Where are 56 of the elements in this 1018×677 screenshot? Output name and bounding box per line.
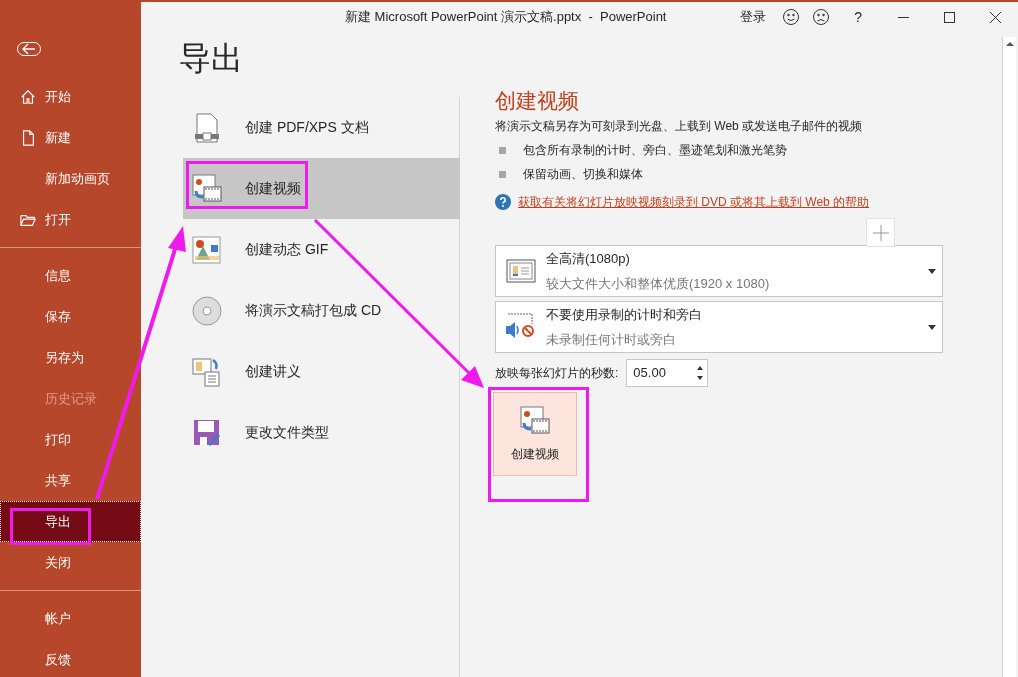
- seconds-label: 放映每张幻灯片的秒数:: [495, 365, 619, 382]
- export-option[interactable]: 创建 PDF/XPS 文档: [183, 97, 460, 158]
- sidebar-item[interactable]: 导出: [0, 501, 141, 542]
- scrollbar[interactable]: [1002, 37, 1016, 677]
- sidebar-item[interactable]: 打印: [0, 419, 141, 460]
- window-title: 新建 Microsoft PowerPoint 演示文稿.pptx - PowerPoint: [345, 8, 667, 27]
- image-icon: [191, 233, 223, 266]
- sidebar-item[interactable]: 保存: [0, 296, 141, 337]
- dropdown-title: 全高清(1080p): [546, 250, 631, 268]
- document-icon: [20, 128, 36, 147]
- help-link[interactable]: 获取有关将幻灯片放映视频刻录到 DVD 或将其上载到 Web 的帮助: [518, 193, 870, 211]
- sidebar-item[interactable]: 信息: [0, 255, 141, 296]
- back-arrow-icon: [22, 43, 36, 55]
- section-title: 创建视频: [495, 88, 580, 114]
- export-option[interactable]: 创建视频: [183, 158, 460, 219]
- plus-icon: [872, 224, 889, 241]
- home-icon: [20, 87, 36, 106]
- bullet-text: 包含所有录制的计时、旁白、墨迹笔划和激光笔势: [523, 142, 787, 159]
- page-title: 导出: [179, 39, 243, 78]
- sidebar-item[interactable]: 关闭: [0, 542, 141, 583]
- bullet-icon: [499, 146, 506, 154]
- sidebar-item[interactable]: 新建: [0, 117, 141, 158]
- video-icon: [191, 172, 223, 205]
- export-option[interactable]: 创建讲义: [183, 341, 460, 402]
- export-option[interactable]: 更改文件类型: [183, 402, 460, 463]
- handout-icon: [191, 355, 223, 388]
- dropdown[interactable]: 不要使用录制的计时和旁白 未录制任何计时或旁白: [495, 301, 943, 353]
- sign-in-link[interactable]: 登录: [730, 7, 777, 27]
- spinner-arrows-icon: [697, 364, 704, 382]
- disc-icon: [191, 294, 223, 327]
- seconds-spinner[interactable]: 05.00: [626, 359, 709, 387]
- slide-icon: [506, 259, 536, 283]
- dropdown-title: 不要使用录制的计时和旁白: [546, 306, 703, 324]
- bullet-text: 保留动画、切换和媒体: [523, 166, 643, 183]
- sidebar-item[interactable]: 帐户: [0, 598, 141, 639]
- dropdown[interactable]: 全高清(1080p) 较大文件大小和整体优质(1920 x 1080): [495, 245, 943, 297]
- caret-icon: [928, 268, 936, 274]
- maximize-icon: [943, 11, 955, 23]
- video-icon: [519, 405, 551, 437]
- create-video-button[interactable]: 创建视频: [493, 392, 577, 476]
- dropdown-subtitle: 较大文件大小和整体优质(1920 x 1080): [546, 274, 771, 293]
- caret-icon: [928, 324, 936, 330]
- description: 将演示文稿另存为可刻录到光盘、上载到 Web 或发送电子邮件的视频: [495, 118, 864, 135]
- export-option[interactable]: 创建动态 GIF: [183, 219, 460, 280]
- sidebar-item[interactable]: 共享: [0, 460, 141, 501]
- sidebar-item[interactable]: 开始: [0, 76, 141, 117]
- bullet-icon: [499, 170, 506, 178]
- help-button[interactable]: ?: [836, 6, 880, 28]
- dropdown-subtitle: 未录制任何计时或旁白: [546, 330, 677, 349]
- close-icon: [989, 11, 1001, 23]
- sidebar-item[interactable]: 打开: [0, 199, 141, 240]
- help-icon: [495, 194, 511, 210]
- sidebar-item[interactable]: 反馈: [0, 639, 141, 677]
- sidebar-item[interactable]: 新加动画页: [0, 158, 141, 199]
- export-option[interactable]: 将演示文稿打包成 CD: [183, 280, 460, 341]
- sidebar-item[interactable]: 另存为: [0, 337, 141, 378]
